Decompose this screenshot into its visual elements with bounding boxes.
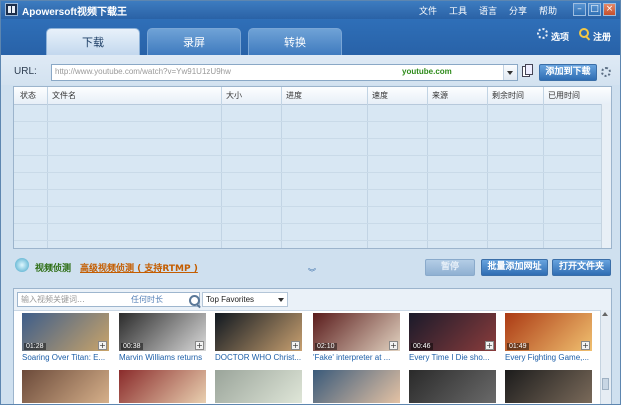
tab-record-screen[interactable]: 录屏 xyxy=(147,28,241,55)
menu-help[interactable]: 帮助 xyxy=(539,4,557,17)
category-select[interactable]: Top Favorites xyxy=(202,292,288,307)
add-video-icon[interactable]: + xyxy=(485,341,494,350)
settings-gear-icon[interactable] xyxy=(601,67,611,77)
film-app-icon xyxy=(5,3,18,16)
register-link[interactable]: 注册 xyxy=(593,30,611,43)
column-status[interactable]: 状态 xyxy=(20,90,36,101)
url-input[interactable]: http://www.youtube.com/watch?v=Yw91U1zU9… xyxy=(51,64,518,81)
maximize-button[interactable]: □ xyxy=(588,3,601,16)
url-bar: URL: http://www.youtube.com/watch?v=Yw91… xyxy=(1,55,620,85)
video-scrollbar[interactable] xyxy=(600,310,611,404)
options-link[interactable]: 选项 xyxy=(551,30,569,43)
url-dropdown-button[interactable] xyxy=(503,65,517,80)
table-scrollbar[interactable] xyxy=(601,104,611,248)
search-icon[interactable] xyxy=(189,295,200,306)
download-table: 状态 文件名 大小 进度 速度 来源 剩余时间 已用时间 xyxy=(13,86,612,249)
video-detect-link[interactable]: 视频侦测 xyxy=(35,261,71,274)
video-title-link[interactable]: Every Fighting Game,... xyxy=(505,353,597,362)
search-placeholder: 输入视频关键词... xyxy=(21,295,85,304)
video-thumbnail[interactable]: + xyxy=(215,313,302,351)
video-thumbnail[interactable] xyxy=(215,370,302,403)
url-label: URL: xyxy=(14,66,37,77)
header: 下载 录屏 转换 选项 注册 xyxy=(1,19,620,55)
menu-language[interactable]: 语言 xyxy=(479,4,497,17)
video-search-panel: 输入视频关键词... 任何时长 Top Favorites 01:28 + Soar… xyxy=(13,288,612,404)
column-speed[interactable]: 速度 xyxy=(372,90,388,101)
video-thumbnail[interactable] xyxy=(409,370,496,403)
video-title-link[interactable]: 'Fake' interpreter at ... xyxy=(313,353,405,362)
video-thumbnail[interactable] xyxy=(505,370,592,403)
key-icon xyxy=(579,28,589,38)
video-title-link[interactable]: DOCTOR WHO Christ... xyxy=(215,353,307,362)
detection-bar: 视频侦测 高级视频侦测 ( 支持RTMP ) ︾ 暂停 批量添加网址 打开文件夹 xyxy=(1,251,620,281)
video-title-link[interactable]: Soaring Over Titan: E... xyxy=(22,353,114,362)
title-bar: Apowersoft视频下载王 文件 工具 语言 分享 帮助 – □ × xyxy=(1,1,620,19)
column-remaining-time[interactable]: 剩余时间 xyxy=(492,90,524,101)
video-thumbnail[interactable]: 01:49 + xyxy=(505,313,592,351)
expand-chevron-icon[interactable]: ︾ xyxy=(308,269,316,277)
duration-filter[interactable]: 任何时长 xyxy=(131,294,163,305)
column-elapsed-time[interactable]: 已用时间 xyxy=(548,90,580,101)
chevron-down-icon xyxy=(278,298,284,302)
advanced-detect-link[interactable]: 高级视频侦测 ( 支持RTMP ) xyxy=(80,261,198,274)
video-thumbnail[interactable] xyxy=(313,370,400,403)
add-to-download-button[interactable]: 添加到下载 xyxy=(539,64,597,81)
menu-file[interactable]: 文件 xyxy=(419,4,437,17)
add-video-icon[interactable]: + xyxy=(98,341,107,350)
category-value: Top Favorites xyxy=(206,295,255,304)
video-thumbnail[interactable]: 00:38 + xyxy=(119,313,206,351)
batch-add-url-button[interactable]: 批量添加网址 xyxy=(481,259,548,276)
menu-tools[interactable]: 工具 xyxy=(449,4,467,17)
close-button[interactable]: × xyxy=(603,3,616,16)
url-value: http://www.youtube.com/watch?v=Yw91U1zU9… xyxy=(55,67,231,76)
add-video-icon[interactable]: + xyxy=(389,341,398,350)
video-duration: 00:38 xyxy=(121,343,143,350)
minimize-button[interactable]: – xyxy=(573,3,586,16)
tab-download[interactable]: 下载 xyxy=(46,28,140,55)
app-window: Apowersoft视频下载王 文件 工具 语言 分享 帮助 – □ × 下载 … xyxy=(0,0,621,405)
video-thumbnail[interactable] xyxy=(22,370,109,403)
video-duration: 01:49 xyxy=(507,343,529,350)
column-progress[interactable]: 进度 xyxy=(286,90,302,101)
video-thumbnail[interactable]: 02:10 + xyxy=(313,313,400,351)
app-title: Apowersoft视频下载王 xyxy=(22,7,127,18)
video-detect-icon xyxy=(15,258,29,272)
add-video-icon[interactable]: + xyxy=(291,341,300,350)
add-video-icon[interactable]: + xyxy=(581,341,590,350)
video-toolbar: 输入视频关键词... 任何时长 Top Favorites xyxy=(14,289,611,311)
video-title-link[interactable]: Marvin Williams returns xyxy=(119,353,211,362)
url-site-label: youtube.com xyxy=(402,67,452,76)
video-title-link[interactable]: Every Time I Die sho... xyxy=(409,353,501,362)
pause-button[interactable]: 暂停 xyxy=(425,259,475,276)
menu-share[interactable]: 分享 xyxy=(509,4,527,17)
video-duration: 01:28 xyxy=(24,343,46,350)
video-duration: 00:46 xyxy=(411,343,433,350)
video-thumbnail[interactable]: 01:28 + xyxy=(22,313,109,351)
scroll-up-icon[interactable] xyxy=(602,312,608,316)
scroll-thumb[interactable] xyxy=(602,378,609,390)
table-header: 状态 文件名 大小 进度 速度 来源 剩余时间 已用时间 xyxy=(14,87,611,105)
tab-convert[interactable]: 转换 xyxy=(248,28,342,55)
column-source[interactable]: 来源 xyxy=(432,90,448,101)
paste-icon[interactable] xyxy=(522,64,533,77)
video-thumbnail[interactable]: 00:46 + xyxy=(409,313,496,351)
gear-icon xyxy=(537,28,548,39)
video-thumbnail[interactable] xyxy=(119,370,206,403)
video-duration: 02:10 xyxy=(315,343,337,350)
add-video-icon[interactable]: + xyxy=(195,341,204,350)
open-folder-button[interactable]: 打开文件夹 xyxy=(552,259,611,276)
video-search-input[interactable]: 输入视频关键词... 任何时长 xyxy=(17,292,200,307)
column-filename[interactable]: 文件名 xyxy=(52,90,76,101)
column-size[interactable]: 大小 xyxy=(226,90,242,101)
